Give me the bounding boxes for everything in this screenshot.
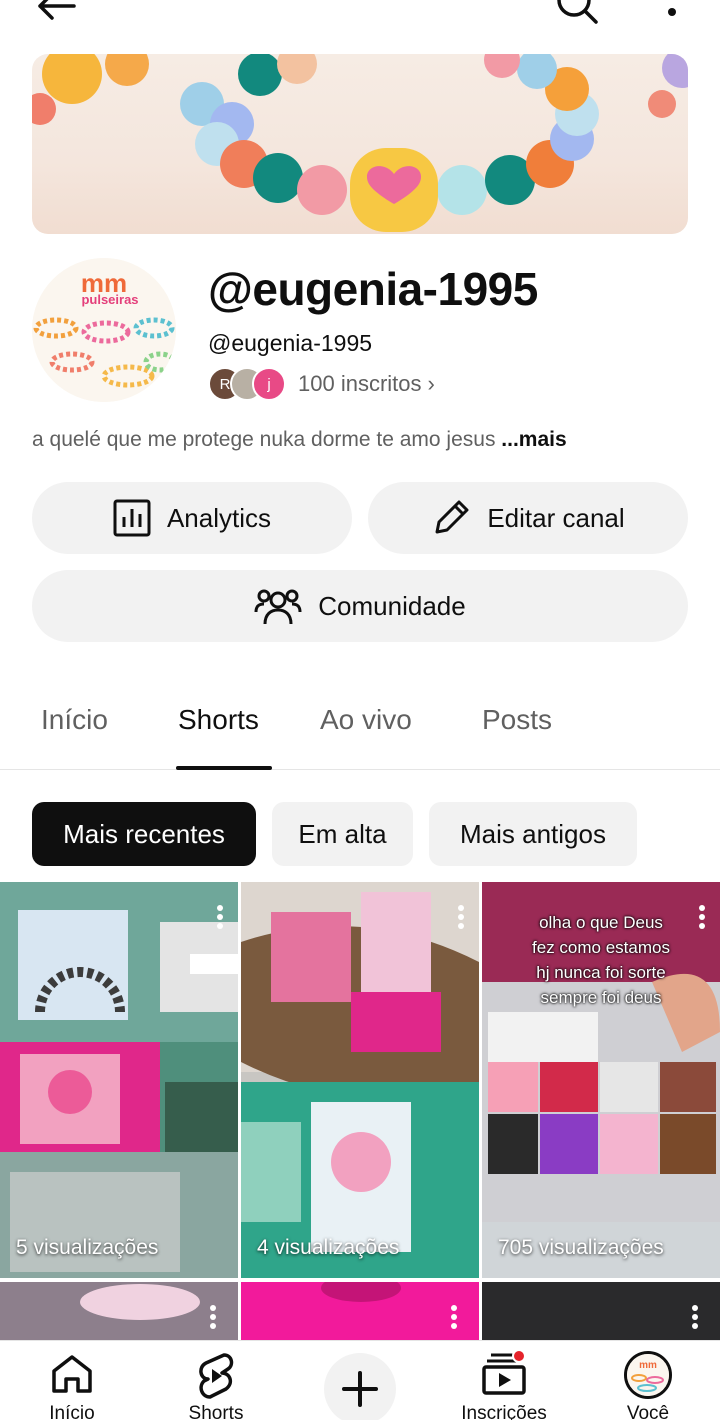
pulseiras-logo-image: mm bbox=[627, 1354, 669, 1396]
create-button[interactable] bbox=[324, 1353, 396, 1420]
bracelet-banner-image bbox=[32, 54, 688, 232]
overlay-line: fez como estamos bbox=[532, 938, 670, 957]
channel-banner bbox=[32, 54, 688, 234]
chevron-right-icon: › bbox=[427, 371, 435, 396]
short-thumbnail-image bbox=[0, 1282, 238, 1342]
channel-avatar[interactable]: mm pulseiras bbox=[32, 258, 176, 402]
avatar-logo-sub: pulseiras bbox=[81, 292, 138, 307]
channel-handle: @eugenia-1995 bbox=[208, 330, 373, 356]
tab-posts[interactable]: Posts bbox=[482, 704, 552, 736]
tab-inicio[interactable]: Início bbox=[41, 704, 108, 736]
short-thumbnail[interactable] bbox=[0, 1282, 238, 1342]
analytics-label: Analytics bbox=[166, 502, 272, 533]
more-vertical-icon[interactable] bbox=[658, 0, 686, 30]
overlay-line: hj nunca foi sorte bbox=[536, 963, 666, 982]
bottom-navigation: Início Shorts Inscrições Você mm bbox=[0, 1340, 720, 1420]
description-text: a quelé que me protege nuka dorme te amo… bbox=[32, 428, 502, 451]
short-views: 705 visualizações bbox=[498, 1236, 664, 1259]
short-thumbnail-image bbox=[241, 1282, 479, 1342]
edit-channel-button[interactable]: Editar canal bbox=[368, 482, 688, 554]
community-button[interactable]: Comunidade bbox=[32, 570, 688, 642]
short-overlay-text: olha o que Deus fez como estamos hj nunc… bbox=[482, 910, 720, 1010]
community-icon bbox=[254, 589, 302, 625]
nav-you-label: Você bbox=[626, 1403, 670, 1420]
top-app-bar bbox=[0, 0, 720, 40]
short-thumbnail-image bbox=[482, 1282, 720, 1342]
subscriber-count: 100 inscritos bbox=[298, 371, 422, 396]
shorts-icon bbox=[199, 1353, 234, 1399]
channel-description[interactable]: a quelé que me protege nuka dorme te amo… bbox=[32, 428, 567, 452]
short-thumbnail[interactable]: olha o que Deus fez como estamos hj nunc… bbox=[482, 882, 720, 1278]
subscriber-avatar: j bbox=[252, 367, 286, 401]
nav-shorts-label: Shorts bbox=[188, 1403, 244, 1420]
pulseiras-logo-image: mm pulseiras bbox=[32, 258, 176, 402]
overlay-line: olha o que Deus bbox=[539, 913, 663, 932]
edit-channel-label: Editar canal bbox=[487, 502, 625, 533]
plus-icon bbox=[342, 1371, 378, 1407]
pencil-icon bbox=[435, 500, 469, 534]
nav-subscriptions-label: Inscrições bbox=[461, 1403, 547, 1420]
tab-shorts[interactable]: Shorts bbox=[178, 704, 259, 736]
short-views: 4 visualizações bbox=[257, 1236, 400, 1259]
notification-dot bbox=[512, 1349, 526, 1363]
community-label: Comunidade bbox=[318, 590, 466, 621]
short-thumbnail-image bbox=[241, 882, 479, 1278]
more-vertical-icon[interactable] bbox=[457, 904, 465, 930]
overlay-line: sempre foi deus bbox=[540, 988, 662, 1007]
description-more-link[interactable]: ...mais bbox=[501, 428, 566, 451]
nav-home[interactable]: Início bbox=[12, 1341, 132, 1420]
more-vertical-icon[interactable] bbox=[216, 904, 224, 930]
chip-em-alta[interactable]: Em alta bbox=[272, 802, 413, 866]
subscribers-row[interactable]: R j 100 inscritos › bbox=[208, 366, 435, 402]
channel-title: @eugenia-1995 bbox=[208, 263, 538, 315]
avatar-logo-text: mm bbox=[639, 1360, 657, 1371]
nav-shorts[interactable]: Shorts bbox=[156, 1341, 276, 1420]
home-icon bbox=[52, 1355, 92, 1393]
more-vertical-icon[interactable] bbox=[698, 904, 706, 930]
active-tab-indicator bbox=[176, 766, 272, 770]
short-views: 5 visualizações bbox=[16, 1236, 159, 1259]
arrow-left-icon[interactable] bbox=[34, 0, 78, 26]
short-thumbnail[interactable] bbox=[482, 1282, 720, 1342]
analytics-icon bbox=[113, 499, 151, 537]
chip-mais-antigos[interactable]: Mais antigos bbox=[429, 802, 637, 866]
channel-tabs: Início Shorts Ao vivo Posts bbox=[0, 690, 720, 770]
analytics-button[interactable]: Analytics bbox=[32, 482, 352, 554]
chip-mais-recentes[interactable]: Mais recentes bbox=[32, 802, 256, 866]
nav-home-label: Início bbox=[49, 1403, 95, 1420]
tab-ao-vivo[interactable]: Ao vivo bbox=[320, 704, 412, 736]
nav-subscriptions[interactable]: Inscrições bbox=[444, 1341, 564, 1420]
short-thumbnail-image bbox=[0, 882, 238, 1278]
short-thumbnail[interactable]: 5 visualizações bbox=[0, 882, 238, 1278]
search-icon[interactable] bbox=[552, 0, 600, 26]
short-thumbnail[interactable] bbox=[241, 1282, 479, 1342]
short-thumbnail[interactable]: 4 visualizações bbox=[241, 882, 479, 1278]
profile-avatar[interactable]: mm bbox=[624, 1351, 672, 1399]
